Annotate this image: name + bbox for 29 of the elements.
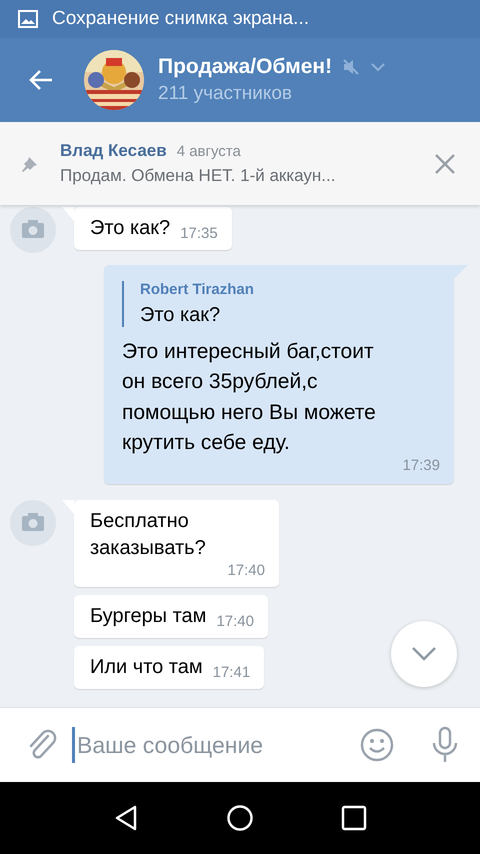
message-text: Бесплатно заказывать? <box>90 508 207 561</box>
message-text: Это интересный баг,стоит он всего 35рублей,с помощью него Вы можете крутить себе еду. <box>122 339 377 456</box>
quoted-text: Это как? <box>140 304 222 327</box>
scroll-down-button[interactable] <box>391 621 457 687</box>
quoted-author: Robert Tirazhan <box>140 281 255 298</box>
chevron-down-icon <box>411 646 437 662</box>
member-count: 211 участников <box>158 83 294 105</box>
message-text: Или что там <box>90 654 203 680</box>
message-time: 17:41 <box>212 664 250 681</box>
image-icon <box>18 10 38 28</box>
message-text: Это как? <box>90 216 170 241</box>
chevron-down-icon[interactable] <box>370 62 386 72</box>
microphone-icon[interactable] <box>430 726 460 764</box>
back-arrow-icon[interactable] <box>28 69 54 91</box>
pinned-message: Продам. Обмена НЕТ. 1-й аккаун... <box>60 166 336 186</box>
recents-icon[interactable] <box>340 805 367 831</box>
message-time: 17:35 <box>180 225 218 242</box>
chat-title: Продажа/Обмен! <box>158 55 332 79</box>
pinned-author: Влад Кесаев <box>60 141 167 161</box>
smiley-icon[interactable] <box>360 728 394 762</box>
message-time: 17:40 <box>216 612 254 630</box>
home-icon[interactable] <box>226 804 254 832</box>
message-text: Бургеры там <box>90 604 206 629</box>
pinned-date: 4 августа <box>176 143 241 160</box>
close-icon[interactable] <box>434 152 456 174</box>
message-composer[interactable]: Ваше сообщение <box>0 707 480 782</box>
message-time: 17:39 <box>402 456 440 474</box>
message-time: 17:40 <box>227 562 265 579</box>
notification-text: Сохранение снимка экрана... <box>52 8 310 30</box>
